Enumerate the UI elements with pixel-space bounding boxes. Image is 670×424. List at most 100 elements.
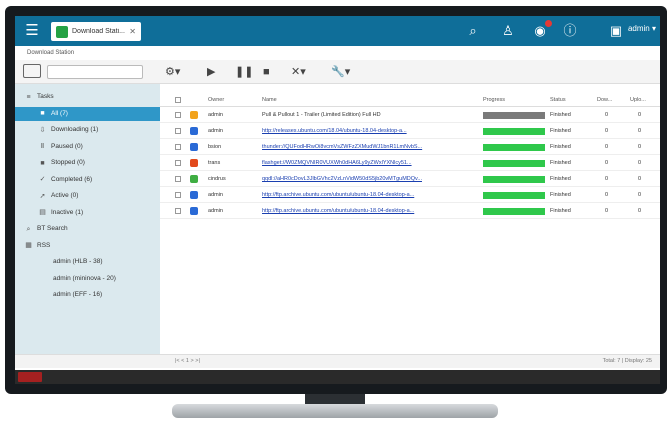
notification-icon[interactable]: ◉ xyxy=(530,20,552,41)
column-download[interactable]: Dow... xyxy=(597,97,612,103)
table-row[interactable]: bsion thunder://QUFodHRwOi8vcmVsZWFzZXMud… xyxy=(160,140,660,155)
user-avatar-icon[interactable]: ▣ xyxy=(606,21,626,41)
search-icon: ⌕ xyxy=(26,225,31,233)
sidebar-item-label: admin (mininova - 20) xyxy=(53,274,116,282)
sidebar-item-label: Stopped (0) xyxy=(51,159,85,166)
sidebar-item[interactable]: ➚ Active (0) xyxy=(15,189,160,203)
sidebar-item[interactable]: Ⅱ Paused (0) xyxy=(15,140,160,154)
sidebar-item[interactable]: ■ All (7) xyxy=(15,106,160,121)
status-cell: Finished xyxy=(550,208,571,214)
name-cell[interactable]: http://ftp.archive.ubuntu.com/ubuntu/ubu… xyxy=(262,208,474,214)
name-cell[interactable]: http://ftp.archive.ubuntu.com/ubuntu/ubu… xyxy=(262,192,474,198)
name-cell[interactable]: Pull & Pullout 1 - Trailer (Limited Edit… xyxy=(262,112,474,118)
progress-bar xyxy=(483,128,545,135)
sidebar-item[interactable]: ⌕ BT Search xyxy=(15,222,160,236)
tab-title: Download Stati... xyxy=(72,28,125,35)
column-progress[interactable]: Progress xyxy=(483,97,505,103)
download-speed-cell: 0 xyxy=(605,144,609,150)
gear-icon[interactable]: ⚙▾ xyxy=(165,64,180,80)
stop-icon[interactable]: ■ xyxy=(263,64,270,80)
sidebar-item[interactable]: ⇩ Downloading (1) xyxy=(15,123,160,137)
upload-speed-cell: 0 xyxy=(638,208,642,214)
monitor-stand xyxy=(172,404,498,418)
check-icon: ✓ xyxy=(39,176,46,183)
row-checkbox[interactable] xyxy=(175,128,181,134)
monitor-bezel: ☰ Download Stati... ✕ ⌕ ♙ ◉ ⓘ ▣ admin ▾ … xyxy=(5,6,667,394)
upload-speed-cell: 0 xyxy=(638,112,642,118)
owner-cell: admin xyxy=(208,112,223,118)
info-icon[interactable]: ⓘ xyxy=(560,21,580,41)
name-cell[interactable]: qqdl://aHR0cDovL3JlbGVhc2VzLnVidW50dS5jb… xyxy=(262,176,474,182)
status-cell: Finished xyxy=(550,192,571,198)
row-checkbox[interactable] xyxy=(175,112,181,118)
task-type-icon xyxy=(190,207,198,215)
sidebar-item-label: Downloading (1) xyxy=(51,126,99,133)
sidebar-item[interactable]: admin (mininova - 20) xyxy=(15,272,160,286)
total-summary: Total: 7 | Display: 25 xyxy=(602,358,652,364)
row-checkbox[interactable] xyxy=(175,208,181,214)
sidebar-item-label: Tasks xyxy=(37,93,54,100)
column-name[interactable]: Name xyxy=(262,97,277,103)
name-cell[interactable]: thunder://QUFodHRwOi8vcmVsZWFzZXMudWJ1bn… xyxy=(262,144,474,150)
notification-badge xyxy=(545,20,552,27)
sidebar: ≡ Tasks ■ All (7) ⇩ Downloading (1) Ⅱ Paused (0… xyxy=(15,84,160,354)
sidebar-item-label: All (7) xyxy=(51,109,68,117)
name-cell[interactable]: http://releases.ubuntu.com/18.04/ubuntu-… xyxy=(262,128,474,134)
task-type-icon xyxy=(190,143,198,151)
name-cell[interactable]: flashget://W0ZMQVNIR0VUXWh0dHA6Ly9yZWxlY… xyxy=(262,160,474,166)
pause-icon[interactable]: ❚❚ xyxy=(235,64,253,80)
table-row[interactable]: admin http://releases.ubuntu.com/18.04/ub… xyxy=(160,124,660,139)
sidebar-item[interactable]: ≡ Tasks xyxy=(15,90,160,104)
sidebar-item[interactable]: ✓ Completed (6) xyxy=(15,173,160,187)
download-speed-cell: 0 xyxy=(605,112,609,118)
select-all-checkbox[interactable] xyxy=(175,97,181,103)
row-checkbox[interactable] xyxy=(175,144,181,150)
search-icon[interactable]: ⌕ xyxy=(463,21,483,41)
sidebar-item-label: BT Search xyxy=(37,225,68,232)
play-icon[interactable]: ▶ xyxy=(207,64,215,80)
sidebar-item[interactable]: ■ Stopped (0) xyxy=(15,156,160,170)
sidebar-item[interactable]: admin (HLB - 38) xyxy=(15,255,160,269)
status-cell: Finished xyxy=(550,176,571,182)
search-input[interactable] xyxy=(47,65,143,79)
top-bar: ☰ Download Stati... ✕ ⌕ ♙ ◉ ⓘ ▣ admin ▾ xyxy=(15,16,660,46)
sidebar-item[interactable]: admin (EFF - 16) xyxy=(15,288,160,302)
task-type-icon xyxy=(190,111,198,119)
main-menu-icon[interactable]: ☰ xyxy=(23,22,41,40)
table-row[interactable]: cindrus qqdl://aHR0cDovL3JlbGVhc2VzLnVidW… xyxy=(160,172,660,187)
sidebar-item-label: RSS xyxy=(37,241,51,249)
download-speed-cell: 0 xyxy=(605,176,609,182)
download-icon: ⇩ xyxy=(39,126,46,134)
column-status[interactable]: Status xyxy=(550,97,566,103)
row-checkbox[interactable] xyxy=(175,160,181,166)
toolbar: ⚙▾ ▶ ❚❚ ■ ✕▾ 🔧▾ xyxy=(15,60,660,84)
column-owner[interactable]: Owner xyxy=(208,97,224,103)
table-row[interactable]: admin http://ftp.archive.ubuntu.com/ubunt… xyxy=(160,188,660,203)
status-cell: Finished xyxy=(550,128,571,134)
sidebar-item-label: admin (HLB - 38) xyxy=(53,258,103,265)
row-checkbox[interactable] xyxy=(175,176,181,182)
delete-icon[interactable]: ✕▾ xyxy=(291,64,306,80)
progress-bar xyxy=(483,144,545,151)
background-task-icon[interactable]: ♙ xyxy=(498,21,518,41)
upload-speed-cell: 0 xyxy=(638,128,642,134)
table-row[interactable]: admin http://ftp.archive.ubuntu.com/ubunt… xyxy=(160,204,660,219)
status-cell: Finished xyxy=(550,160,571,166)
owner-cell: cindrus xyxy=(208,176,226,182)
table-row[interactable]: admin Pull & Pullout 1 - Trailer (Limited… xyxy=(160,108,660,123)
close-icon[interactable]: ✕ xyxy=(129,27,136,36)
tools-icon[interactable]: 🔧▾ xyxy=(331,64,350,80)
pager-controls[interactable]: |< < 1 > >| xyxy=(175,358,200,364)
user-menu[interactable]: admin ▾ xyxy=(628,24,656,33)
window-tab[interactable]: Download Stati... ✕ xyxy=(51,22,141,41)
start-button[interactable] xyxy=(18,372,42,382)
sidebar-item[interactable]: ▦ RSS xyxy=(15,239,160,253)
table-row[interactable]: trans flashget://W0ZMQVNIR0VUXWh0dHA6Ly9y… xyxy=(160,156,660,171)
progress-bar xyxy=(483,208,545,215)
pause-icon: Ⅱ xyxy=(40,143,45,150)
column-upload[interactable]: Uplo... xyxy=(630,97,646,103)
sidebar-toggle-icon[interactable] xyxy=(23,64,41,78)
sidebar-item[interactable]: ▤ Inactive (1) xyxy=(15,206,160,220)
row-checkbox[interactable] xyxy=(175,192,181,198)
owner-cell: admin xyxy=(208,192,223,198)
